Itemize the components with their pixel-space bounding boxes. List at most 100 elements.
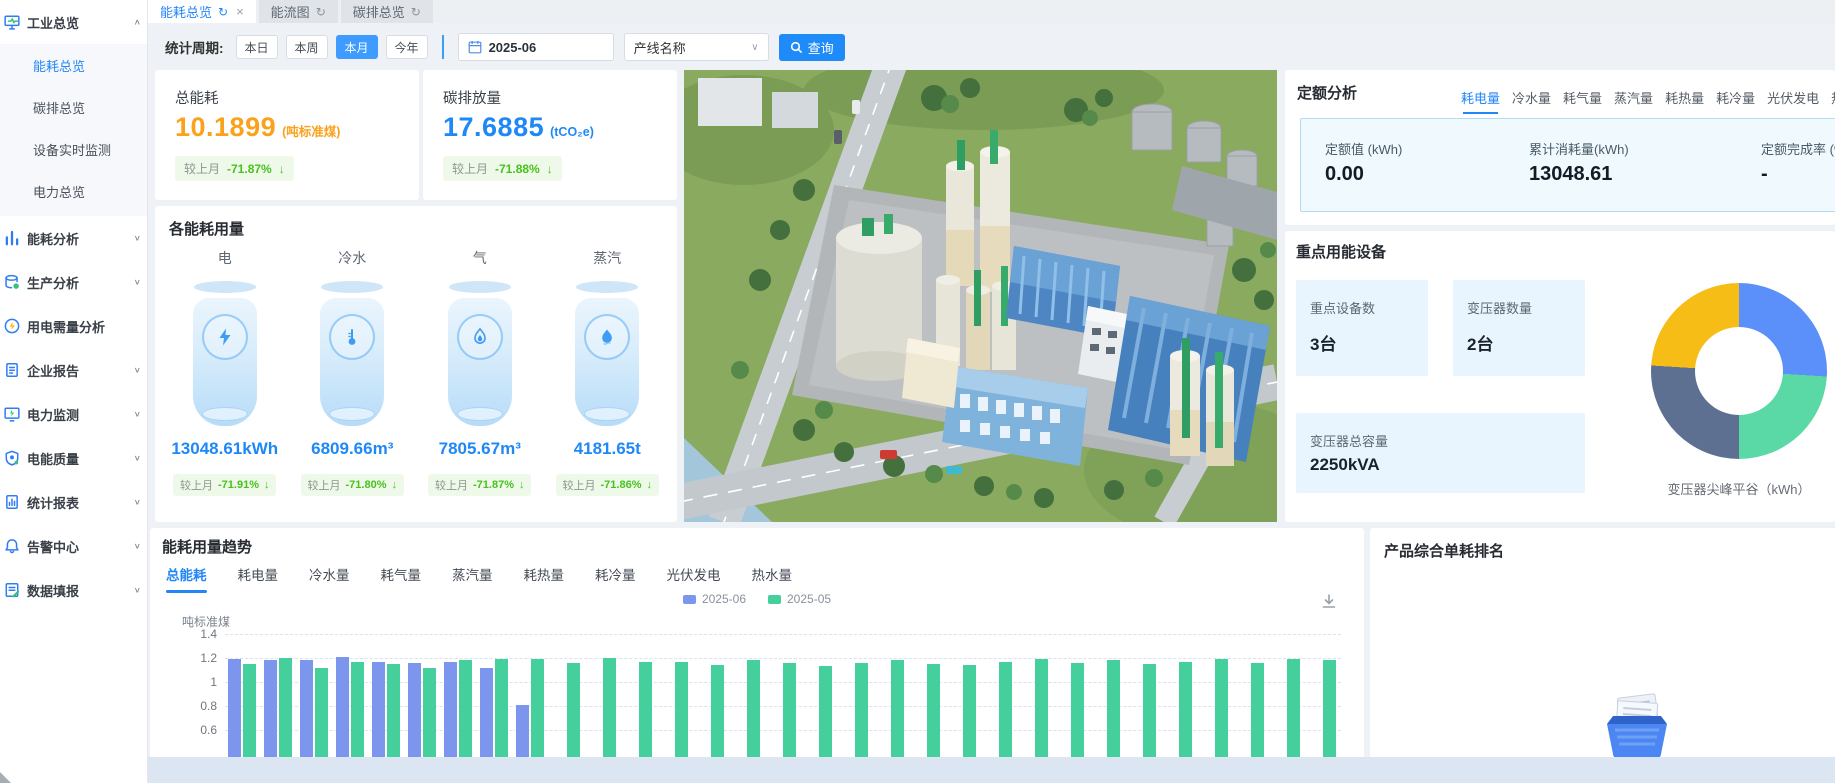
bar-2025-05[interactable] xyxy=(1251,663,1264,757)
stat-label: 定额值 (kWh) xyxy=(1325,139,1402,158)
industry-overview-icon xyxy=(4,14,20,30)
bar-2025-05[interactable] xyxy=(999,662,1012,757)
page-tab-0[interactable]: 能耗总览 ↻ × xyxy=(148,0,256,23)
quota-tab[interactable]: 耗电量 xyxy=(1461,88,1500,114)
bar-2025-05[interactable] xyxy=(675,662,688,757)
bar-2025-05[interactable] xyxy=(927,664,940,757)
sidebar-subitem[interactable]: 电力总览 xyxy=(0,172,147,214)
sidebar-item-label: 数据填报 xyxy=(27,581,134,600)
bar-2025-06[interactable] xyxy=(516,705,529,757)
quota-tab[interactable]: 冷水量 xyxy=(1512,88,1551,114)
date-picker[interactable]: 2025-06 xyxy=(458,33,614,61)
chevron-down-icon: ∨ xyxy=(134,234,141,243)
close-icon[interactable]: × xyxy=(236,4,244,19)
bar-2025-05[interactable] xyxy=(639,662,652,757)
page-tab-1[interactable]: 能流图 ↻ xyxy=(259,0,338,23)
bar-2025-05[interactable] xyxy=(423,668,436,757)
quota-tab[interactable]: 耗热量 xyxy=(1665,88,1704,114)
bottom-clipped-axis-strip xyxy=(148,757,1835,783)
bar-2025-06[interactable] xyxy=(408,663,421,757)
sidebar-item-5[interactable]: 电力监测∨ xyxy=(0,392,147,436)
total-energy-card: 总能耗 10.1899 (吨标准煤) 较上月 -71.87% ↓ xyxy=(155,70,419,200)
chevron-down-icon: ∨ xyxy=(134,498,141,507)
refresh-icon[interactable]: ↻ xyxy=(411,5,421,19)
sidebar-subitem[interactable]: 设备实时监测 xyxy=(0,130,147,172)
sidebar-submenu: 能耗总览碳排总览设备实时监测电力总览 xyxy=(0,44,147,216)
bar-2025-06[interactable] xyxy=(480,668,493,757)
bar-2025-05[interactable] xyxy=(711,665,724,757)
bar-2025-06[interactable] xyxy=(264,660,277,757)
y-tick-label: 0.8 xyxy=(179,699,217,713)
bar-2025-06[interactable] xyxy=(228,659,241,757)
bar-2025-06[interactable] xyxy=(300,660,313,757)
gas-icon xyxy=(457,314,503,360)
sidebar-item-8[interactable]: 告警中心∨ xyxy=(0,524,147,568)
quota-tab[interactable]: 热水量 xyxy=(1831,88,1835,114)
bar-2025-05[interactable] xyxy=(747,660,760,757)
sidebar-item-7[interactable]: 统计报表∨ xyxy=(0,480,147,524)
arrow-down-icon: ↓ xyxy=(646,479,652,491)
sidebar-item-6[interactable]: 电能质量∨ xyxy=(0,436,147,480)
bar-2025-05[interactable] xyxy=(1215,659,1228,757)
bar-2025-05[interactable] xyxy=(279,658,292,757)
refresh-icon[interactable]: ↻ xyxy=(316,5,326,19)
bar-2025-05[interactable] xyxy=(243,664,256,757)
kpi-value: 17.6885 xyxy=(443,112,544,143)
transformer-capacity-box: 变压器总容量 2250kVA xyxy=(1296,413,1585,493)
chevron-down-icon: ∨ xyxy=(134,542,141,551)
bar-2025-05[interactable] xyxy=(1323,660,1336,757)
bar-2025-05[interactable] xyxy=(387,664,400,757)
sidebar-item-4[interactable]: 企业报告∨ xyxy=(0,348,147,392)
bar-2025-05[interactable] xyxy=(603,658,616,757)
bar-chart[interactable]: 1.41.210.80.6 xyxy=(150,528,1364,783)
sidebar-item-9[interactable]: 数据填报∨ xyxy=(0,568,147,612)
date-value: 2025-06 xyxy=(489,40,537,55)
bar-2025-05[interactable] xyxy=(1071,663,1084,757)
bar-2025-05[interactable] xyxy=(351,662,364,757)
bar-2025-06[interactable] xyxy=(444,662,457,757)
sidebar-item-2[interactable]: 生产分析∨ xyxy=(0,260,147,304)
period-button[interactable]: 本日 xyxy=(236,35,278,59)
page-tab-2[interactable]: 碳排总览 ↻ xyxy=(341,0,433,23)
sidebar-item-0[interactable]: 工业总览∧ xyxy=(0,0,147,44)
period-buttons: 本日本周本月今年 xyxy=(236,35,428,59)
bar-2025-05[interactable] xyxy=(1035,659,1048,757)
bar-2025-05[interactable] xyxy=(963,665,976,757)
transformer-tou-donut-chart[interactable] xyxy=(1651,283,1827,459)
quota-tab[interactable]: 光伏发电 xyxy=(1767,88,1819,114)
period-label: 统计周期: xyxy=(165,37,224,57)
sidebar-subitem[interactable]: 碳排总览 xyxy=(0,88,147,130)
month-compare-badge: 较上月-71.80% ↓ xyxy=(301,474,404,496)
bar-2025-05[interactable] xyxy=(531,659,544,757)
refresh-icon[interactable]: ↻ xyxy=(218,5,228,19)
period-button[interactable]: 今年 xyxy=(386,35,428,59)
bar-2025-06[interactable] xyxy=(336,657,349,757)
arrow-down-icon: ↓ xyxy=(279,162,285,176)
bar-2025-05[interactable] xyxy=(1287,659,1300,757)
quota-tab[interactable]: 耗冷量 xyxy=(1716,88,1755,114)
period-button[interactable]: 本周 xyxy=(286,35,328,59)
bar-2025-05[interactable] xyxy=(1107,660,1120,757)
bar-2025-05[interactable] xyxy=(495,659,508,757)
energy-trend-card: 能耗用量趋势 总能耗耗电量冷水量耗气量蒸汽量耗热量耗冷量光伏发电热水量 2025… xyxy=(150,528,1364,783)
bar-2025-05[interactable] xyxy=(819,666,832,757)
quota-tab[interactable]: 蒸汽量 xyxy=(1614,88,1653,114)
sidebar-item-3[interactable]: 用电需量分析 xyxy=(0,304,147,348)
bar-2025-05[interactable] xyxy=(1143,664,1156,757)
query-button[interactable]: 查询 xyxy=(779,34,845,61)
donut-label: 变压器尖峰平谷（kWh） xyxy=(1631,479,1835,498)
bar-2025-05[interactable] xyxy=(1179,662,1192,757)
bar-2025-06[interactable] xyxy=(372,662,385,757)
period-button[interactable]: 本月 xyxy=(336,35,378,59)
quota-tab[interactable]: 耗气量 xyxy=(1563,88,1602,114)
bar-2025-05[interactable] xyxy=(459,660,472,757)
sidebar-item-1[interactable]: 能耗分析∨ xyxy=(0,216,147,260)
production-line-select[interactable]: 产线名称 ∨ xyxy=(624,33,769,61)
bar-2025-05[interactable] xyxy=(567,663,580,757)
bar-2025-05[interactable] xyxy=(855,663,868,757)
bar-2025-05[interactable] xyxy=(891,660,904,757)
sidebar-subitem[interactable]: 能耗总览 xyxy=(0,46,147,88)
bar-2025-05[interactable] xyxy=(315,668,328,757)
bar-2025-05[interactable] xyxy=(783,663,796,757)
product-ranking-card: 产品综合单耗排名 xyxy=(1370,528,1835,783)
